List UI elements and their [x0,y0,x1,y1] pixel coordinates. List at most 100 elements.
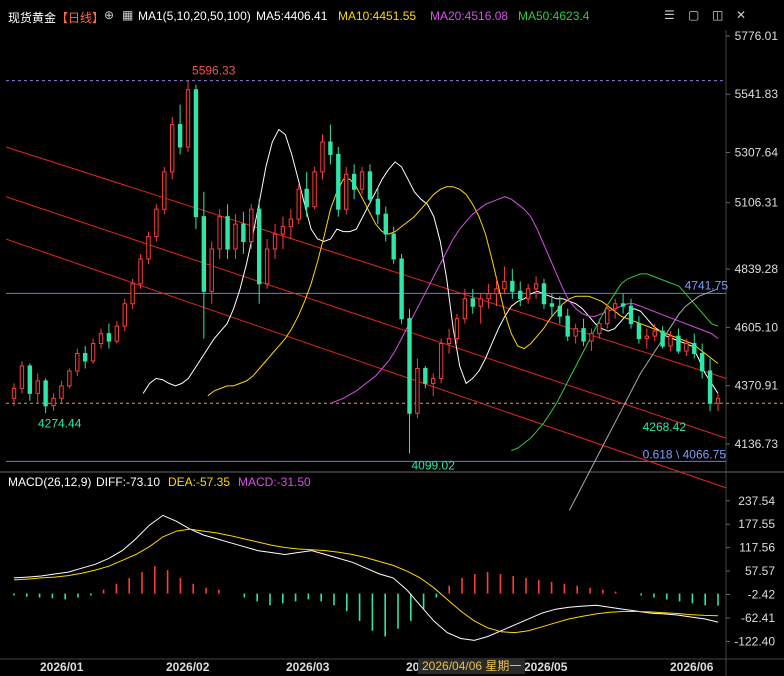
menu-icon[interactable]: ☰ [664,8,675,22]
candle-body [296,188,301,220]
indicator-icon[interactable]: ▦ [122,8,133,22]
candle-body [27,365,33,394]
candle-body [557,305,562,317]
channel-line [5,196,727,439]
candle-body [82,353,88,362]
price-tick-label: 4605.10 [735,320,779,334]
candle-body [510,280,515,292]
recent-low-annotation: 4268.42 [643,420,687,434]
price-tick-label: 4839.28 [735,262,779,276]
candle-body [288,218,294,228]
candle-body [684,343,689,352]
candle-body [383,213,388,235]
candle-body [233,223,238,250]
ma5-value: MA5:4406.41 [256,9,328,23]
ma-label[interactable]: MA1(5,10,20,50,100) [138,9,251,23]
x-label-mar: 2026/03 [286,660,330,674]
candle-body [573,328,578,337]
candle-body [177,124,183,148]
macd-diff-line [13,514,719,641]
left-low-annotation: 4274.44 [38,417,82,431]
candle-body [486,293,491,300]
candle-body [636,323,642,340]
symbol-title: 现货黄金 [8,11,57,25]
candle-body [628,305,634,325]
candle-body [114,325,120,342]
candle-body [668,335,673,347]
price-tick-label: 4136.73 [735,437,779,451]
price-tick-label: 5776.01 [735,29,779,43]
candle-body [11,387,17,399]
candle-body [494,288,499,295]
close-icon[interactable]: ✕ [736,8,746,22]
candle-body [201,216,207,292]
candle-body [257,208,262,285]
chart-window: 5776.01 5541.83 5307.64 5106.31 4839.28 4605.… [0,0,784,676]
candle-body [185,89,191,148]
candle-body [462,298,468,320]
candle-body [154,208,159,238]
candle-body [699,353,705,372]
candle-body [122,303,127,327]
macd-dea-value: DEA:-57.35 [168,475,231,489]
candle-body [518,290,523,300]
candle-body [589,333,594,342]
macd-macd-value: MACD:-31.50 [238,475,311,489]
macd-tick-label: 117.56 [739,541,775,555]
candle-body [644,335,650,340]
candle-body [51,397,56,407]
macd-label[interactable]: MACD(26,12,9) [8,475,91,489]
candle-body [533,283,539,290]
candle-body [130,283,135,305]
candle-body [193,89,199,218]
candle-body [541,283,547,305]
macd-tick-label: 57.57 [745,564,775,578]
candle-body [304,188,309,208]
ma20-value: MA20:4516.08 [430,9,509,23]
candle-body [19,365,25,389]
settings-icon[interactable]: ⊕ [104,8,114,22]
price-tick-label: 5307.64 [735,146,779,160]
candle-body [605,308,610,325]
macd-dea-line [13,528,719,634]
candle-body [423,367,428,384]
candle-body [391,233,396,260]
candle-body [320,141,325,173]
macd-header: MACD(26,12,9) DIFF:-73.10 DEA:-57.35 MAC… [0,475,784,491]
candle-body [351,173,357,190]
candle-body [375,198,381,215]
candle-body [549,303,555,307]
ma-line-ma5 [142,128,719,394]
candle-body [75,353,80,372]
price-tick-label: 5541.83 [735,87,779,101]
candle-body [98,333,104,345]
candle-body [692,343,697,355]
candle-body [106,333,112,342]
price-chart[interactable]: 5776.01 5541.83 5307.64 5106.31 4839.28 4605.… [0,0,784,676]
candle-body [660,330,665,347]
ma-line-ma20 [330,196,719,404]
candle-body [146,236,151,260]
candle-body [581,328,586,342]
candle-body [454,318,460,340]
candle-body [336,153,341,210]
candle-body [217,216,222,250]
candle-body [565,315,570,337]
period-label[interactable]: 【日线】 [56,9,104,26]
candle-body [138,258,143,285]
candle-body [707,370,713,404]
x-label-jan: 2026/01 [40,660,84,674]
candle-body [502,280,507,290]
candle-body [170,124,175,173]
candle-body [209,248,214,292]
macd-tick-label: 237.54 [738,494,775,508]
price-tick-label: 4370.91 [735,379,779,393]
price-tick-label: 5106.31 [735,196,779,210]
candle-body [652,330,657,337]
restore-icon[interactable]: ◫ [712,8,723,22]
candle-body [67,370,72,387]
minimize-icon[interactable]: ▢ [688,8,699,22]
x-label-jun: 2026/06 [670,660,714,674]
candle-body [241,223,246,243]
candle-body [328,141,333,155]
